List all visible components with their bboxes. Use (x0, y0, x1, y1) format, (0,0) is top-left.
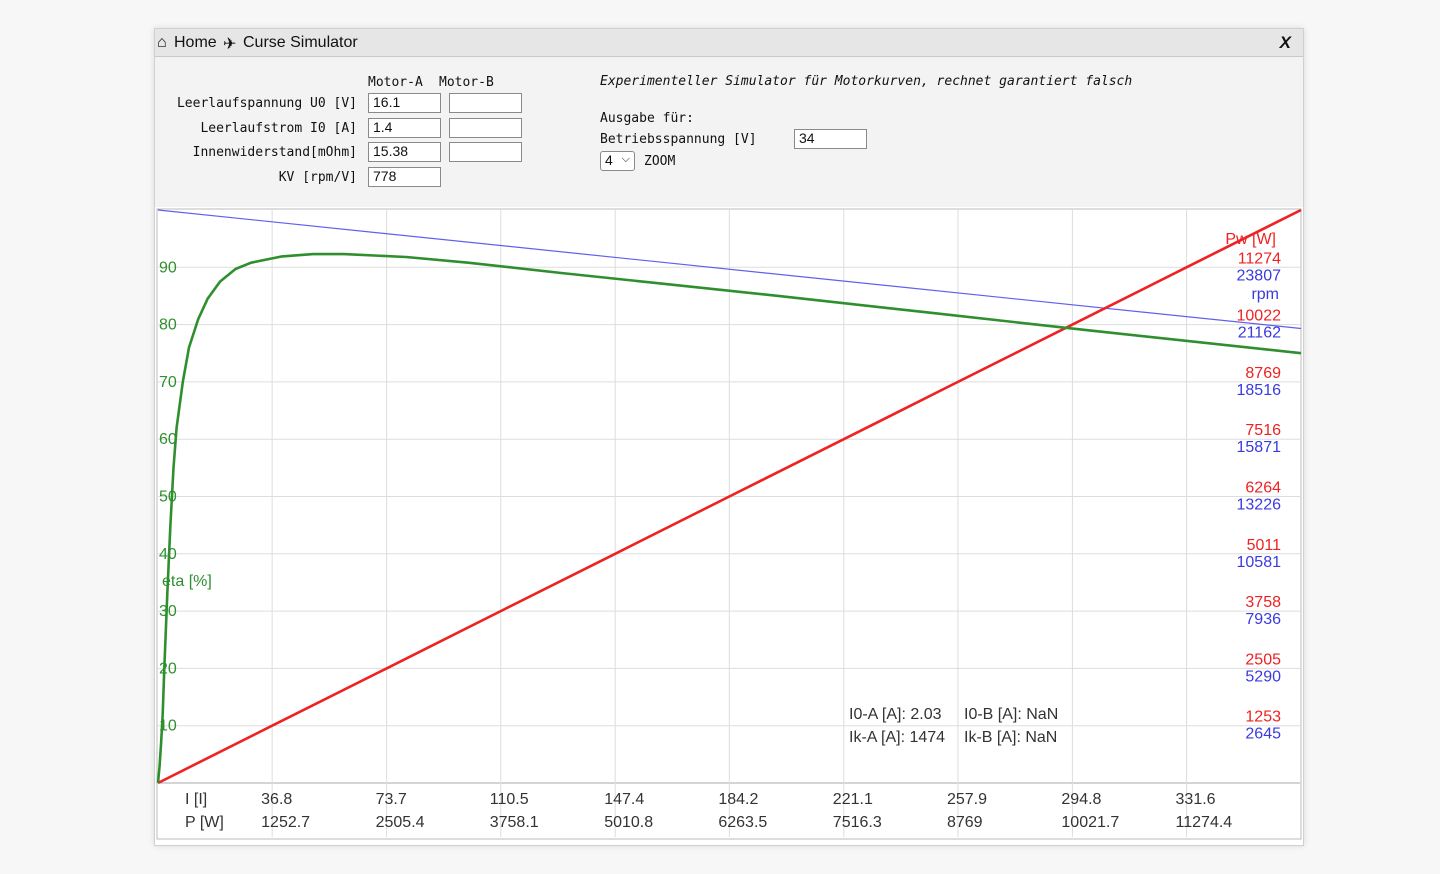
motor-a-no-load-voltage-input[interactable]: 16.1 (368, 93, 441, 113)
x-power-tick-label: 5010.8 (604, 814, 653, 831)
title-bar: ⌂ Home ✈ Curse Simulator X (155, 29, 1303, 57)
power-tick-label: 5011 (1247, 537, 1282, 554)
no-load-current-label: Leerlaufstrom I0 [A] (200, 121, 357, 136)
power-tick-label: 7516 (1245, 422, 1281, 439)
motor-curve-chart: 90 80 70 60 50 40 30 20 10 eta [%] Pw [W] rpm 11274… (156, 208, 1302, 840)
power-axis-label: Pw [W] (1225, 231, 1276, 248)
motor-b-no-load-voltage-input[interactable] (449, 93, 522, 113)
zoom-value: 4 (605, 152, 613, 168)
chevron-down-icon: ⌵ (621, 153, 630, 165)
i0a-readout: I0-A [A]: 2.03 (849, 706, 942, 723)
eta-axis-label: eta [%] (162, 573, 212, 590)
internal-resistance-label: Innenwiderstand[mOhm] (192, 145, 357, 160)
motor-a-internal-resistance-input[interactable]: 15.38 (368, 142, 441, 162)
motor-a-no-load-current-input[interactable]: 1.4 (368, 118, 441, 138)
x-power-tick-label: 6263.5 (718, 814, 767, 831)
x-current-tick-label: 331.6 (1176, 791, 1216, 808)
rpm-tick-label: 2645 (1245, 726, 1281, 743)
x-current-tick-label: 294.8 (1061, 791, 1101, 808)
eta-tick-label: 90 (159, 259, 177, 276)
x-current-tick-label: 184.2 (718, 791, 758, 808)
eta-tick-label: 60 (159, 431, 177, 448)
x-power-tick-label: 8769 (947, 814, 983, 831)
motor-a-kv-input[interactable]: 778 (368, 167, 441, 187)
x-current-tick-label: 257.9 (947, 791, 987, 808)
simulator-subtitle: Experimenteller Simulator für Motorkurve… (600, 74, 1133, 89)
eta-tick-label: 80 (159, 317, 177, 334)
power-tick-label: 1253 (1245, 709, 1281, 726)
rpm-axis-label: rpm (1251, 286, 1279, 303)
eta-tick-label: 40 (159, 546, 177, 563)
home-icon[interactable]: ⌂ (157, 34, 167, 52)
rpm-tick-label: 21162 (1238, 325, 1281, 342)
x-power-axis-label: P [W] (185, 814, 224, 831)
operating-voltage-label: Betriebsspannung [V] (600, 132, 757, 147)
airplane-icon: ✈ (223, 36, 237, 53)
zoom-label: ZOOM (644, 154, 676, 169)
zoom-select[interactable]: 4 ⌵ (600, 151, 635, 171)
output-heading: Ausgabe für: (600, 111, 694, 126)
x-current-tick-label: 110.5 (490, 791, 529, 808)
rpm-tick-label: 7936 (1245, 611, 1281, 628)
x-current-tick-label: 73.7 (376, 791, 407, 808)
x-power-tick-label: 10021.7 (1061, 814, 1119, 831)
eta-tick-label: 20 (159, 660, 177, 677)
power-tick-label: 11274 (1238, 250, 1281, 267)
eta-tick-label: 10 (159, 718, 177, 735)
rpm-tick-label: 18516 (1237, 382, 1282, 399)
x-power-tick-label: 11274.4 (1176, 814, 1233, 831)
i0b-readout: I0-B [A]: NaN (964, 706, 1058, 723)
page-title: Curse Simulator (243, 34, 358, 51)
x-power-tick-label: 7516.3 (833, 814, 882, 831)
operating-voltage-input[interactable]: 34 (794, 129, 867, 149)
x-current-tick-label: 221.1 (833, 791, 873, 808)
x-current-tick-label: 147.4 (604, 791, 644, 808)
rpm-tick-label: 5290 (1245, 668, 1281, 685)
power-tick-label: 8769 (1245, 365, 1281, 382)
power-tick-label: 2505 (1245, 651, 1281, 668)
motor-a-header: Motor-A (368, 75, 423, 90)
simulator-window: ⌂ Home ✈ Curse Simulator X Motor-A Motor… (154, 28, 1304, 846)
x-power-tick-label: 3758.1 (490, 814, 539, 831)
eta-tick-label: 50 (159, 489, 177, 506)
home-link[interactable]: Home (174, 34, 217, 52)
power-tick-label: 6264 (1245, 480, 1281, 497)
eta-tick-label: 70 (159, 374, 177, 391)
motor-b-header: Motor-B (439, 75, 494, 90)
ika-readout: Ik-A [A]: 1474 (849, 729, 945, 746)
input-panel: Motor-A Motor-B Leerlaufspannung U0 [V] … (155, 57, 1303, 207)
x-current-tick-label: 36.8 (261, 791, 292, 808)
no-load-voltage-label: Leerlaufspannung U0 [V] (176, 96, 357, 111)
power-tick-label: 10022 (1237, 308, 1282, 325)
rpm-tick-label: 10581 (1237, 554, 1282, 571)
x-power-tick-label: 1252.7 (261, 814, 310, 831)
rpm-tick-label: 23807 (1237, 267, 1282, 284)
close-button[interactable]: X (1280, 33, 1291, 53)
kv-label: KV [rpm/V] (278, 170, 357, 185)
ikb-readout: Ik-B [A]: NaN (964, 729, 1057, 746)
rpm-tick-label: 13226 (1237, 497, 1282, 514)
motor-b-no-load-current-input[interactable] (449, 118, 522, 138)
x-current-axis-label: I [I] (185, 791, 207, 808)
power-tick-label: 3758 (1245, 594, 1281, 611)
eta-tick-label: 30 (159, 603, 177, 620)
motor-b-internal-resistance-input[interactable] (449, 142, 522, 162)
rpm-tick-label: 15871 (1237, 439, 1282, 456)
x-power-tick-label: 2505.4 (376, 814, 425, 831)
